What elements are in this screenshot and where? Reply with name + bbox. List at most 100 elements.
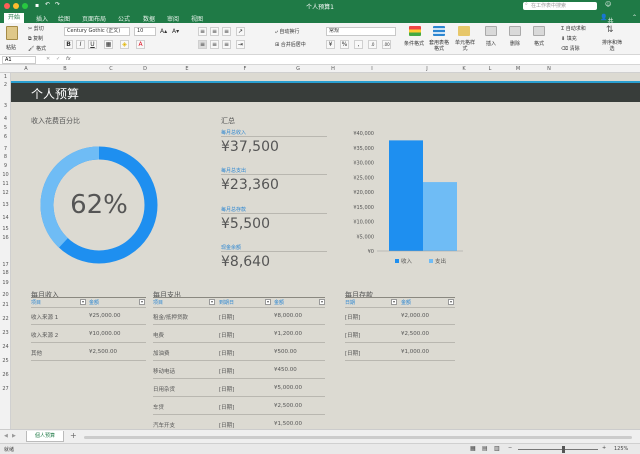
share-button[interactable]: 👤 共享 <box>600 14 614 34</box>
row-header[interactable]: 4 <box>0 116 11 122</box>
page-layout-view-icon[interactable]: ▤ <box>482 445 488 452</box>
wrap-text-button[interactable]: ⤶ 自动换行 <box>275 28 299 35</box>
column-header[interactable]: N <box>531 66 567 72</box>
add-sheet-button[interactable]: + <box>70 431 77 440</box>
column-header[interactable]: C <box>89 66 133 72</box>
zoom-slider-thumb[interactable] <box>562 446 565 453</box>
tab-page-layout[interactable]: 页面布局 <box>82 14 106 23</box>
savings-cell[interactable]: ¥1,000.00 <box>401 349 429 355</box>
expenses-cell[interactable]: ¥500.00 <box>274 349 297 355</box>
expenses-cell[interactable]: [日期] <box>219 349 234 357</box>
zoom-in-icon[interactable]: + <box>602 445 606 451</box>
format-cells-icon[interactable] <box>533 26 545 36</box>
row-header[interactable]: 12 <box>0 190 11 196</box>
savings-cell[interactable]: [日期] <box>345 313 360 321</box>
row-header[interactable]: 13 <box>0 202 11 208</box>
insert-cells-icon[interactable] <box>485 26 497 36</box>
fill-button[interactable]: ⬇ 填充 <box>561 35 577 42</box>
row-header[interactable]: 2 <box>0 82 11 88</box>
borders-icon[interactable]: ▦ <box>104 40 113 49</box>
row-header[interactable]: 1 <box>0 74 11 80</box>
row-header[interactable]: 3 <box>0 103 11 109</box>
format-table-icon[interactable] <box>433 26 445 36</box>
expenses-cell[interactable]: ¥5,000.00 <box>274 385 302 391</box>
align-middle-icon[interactable]: ≡ <box>210 27 219 36</box>
row-header[interactable]: 27 <box>0 386 11 392</box>
name-box[interactable]: A1 <box>2 56 36 64</box>
percent-button[interactable]: % <box>340 40 349 49</box>
row-header[interactable]: 16 <box>0 235 11 241</box>
savings-cell[interactable]: [日期] <box>345 349 360 357</box>
row-header[interactable]: 20 <box>0 292 11 298</box>
collapse-ribbon-icon[interactable]: ⌃ <box>632 14 637 21</box>
search-input[interactable]: 在工作表中搜索 <box>523 2 597 10</box>
column-header[interactable]: D <box>133 66 157 72</box>
expenses-cell[interactable]: ¥1,200.00 <box>274 331 302 337</box>
expenses-cell[interactable]: [日期] <box>219 313 234 321</box>
income-cell[interactable]: ¥2,500.00 <box>89 349 117 355</box>
savings-cell[interactable]: ¥2,000.00 <box>401 313 429 319</box>
align-center-icon[interactable]: ≡ <box>210 40 219 49</box>
expenses-cell[interactable]: 加油费 <box>153 349 170 357</box>
format-painter-button[interactable]: 🖌 格式 <box>28 45 46 52</box>
tab-view[interactable]: 视图 <box>191 14 203 23</box>
paste-icon[interactable] <box>6 26 18 40</box>
row-header[interactable]: 22 <box>0 316 11 322</box>
filter-dropdown-icon[interactable]: ▾ <box>139 299 145 305</box>
row-header[interactable]: 25 <box>0 358 11 364</box>
prev-sheet-icon[interactable]: ◀ <box>4 433 8 439</box>
increase-decimal-icon[interactable]: .0 <box>368 40 377 49</box>
font-shrink-icon[interactable]: A▾ <box>172 28 179 35</box>
column-header[interactable]: G <box>273 66 323 72</box>
tab-data[interactable]: 数据 <box>143 14 155 23</box>
row-header[interactable]: 24 <box>0 344 11 350</box>
expenses-cell[interactable]: 日用杂货 <box>153 385 175 393</box>
expenses-cell[interactable]: [日期] <box>219 403 234 411</box>
align-right-icon[interactable]: ≡ <box>222 40 231 49</box>
save-icon[interactable]: ▪ <box>35 2 39 9</box>
row-header[interactable]: 17 <box>0 262 11 268</box>
cut-button[interactable]: ✂ 剪切 <box>28 25 44 32</box>
decrease-decimal-icon[interactable]: .00 <box>382 40 391 49</box>
underline-button[interactable]: U <box>88 40 97 49</box>
row-header[interactable]: 5 <box>0 125 11 131</box>
expenses-cell[interactable]: ¥1,500.00 <box>274 421 302 427</box>
number-format-select[interactable]: 常规 <box>326 27 396 36</box>
tab-insert[interactable]: 插入 <box>36 14 48 23</box>
row-header[interactable]: 14 <box>0 215 11 221</box>
column-header[interactable]: L <box>475 66 505 72</box>
italic-button[interactable]: I <box>76 40 85 49</box>
sheet-tab-active[interactable]: 個人预算 <box>26 431 65 442</box>
expenses-cell[interactable]: ¥450.00 <box>274 367 297 373</box>
clear-button[interactable]: ⌫ 清除 <box>561 45 580 52</box>
close-window-button[interactable] <box>4 3 10 9</box>
expenses-cell[interactable]: 租金/抵押贷款 <box>153 313 188 321</box>
row-header[interactable]: 6 <box>0 134 11 140</box>
enter-icon[interactable]: ✓ <box>56 56 60 62</box>
income-cell[interactable]: 收入来源 1 <box>31 313 58 321</box>
autosum-button[interactable]: Σ 自动求和 <box>561 25 586 32</box>
row-header[interactable]: 26 <box>0 372 11 378</box>
expenses-cell[interactable]: ¥2,500.00 <box>274 403 302 409</box>
filter-dropdown-icon[interactable]: ▾ <box>265 299 271 305</box>
savings-cell[interactable]: [日期] <box>345 331 360 339</box>
normal-view-icon[interactable]: ▦ <box>470 445 476 452</box>
align-bottom-icon[interactable]: ≡ <box>222 27 231 36</box>
income-cell[interactable]: ¥25,000.00 <box>89 313 121 319</box>
fx-button[interactable]: fx <box>66 56 71 62</box>
sort-filter-icon[interactable]: ⇅ <box>606 26 618 36</box>
font-color-icon[interactable]: A <box>136 40 145 49</box>
row-header[interactable]: 23 <box>0 330 11 336</box>
row-header[interactable]: 7 <box>0 146 11 152</box>
expenses-cell[interactable]: [日期] <box>219 385 234 393</box>
row-header[interactable]: 10 <box>0 172 11 178</box>
expenses-cell[interactable]: [日期] <box>219 331 234 339</box>
zoom-out-icon[interactable]: − <box>508 445 512 451</box>
maximize-window-button[interactable] <box>22 3 28 9</box>
bold-button[interactable]: B <box>64 40 73 49</box>
cell-styles-icon[interactable] <box>458 26 470 36</box>
expenses-cell[interactable]: 汽车开支 <box>153 421 175 429</box>
savings-cell[interactable]: ¥2,500.00 <box>401 331 429 337</box>
copy-button[interactable]: ⧉ 复制 <box>28 35 43 42</box>
column-header[interactable]: I <box>343 66 401 72</box>
